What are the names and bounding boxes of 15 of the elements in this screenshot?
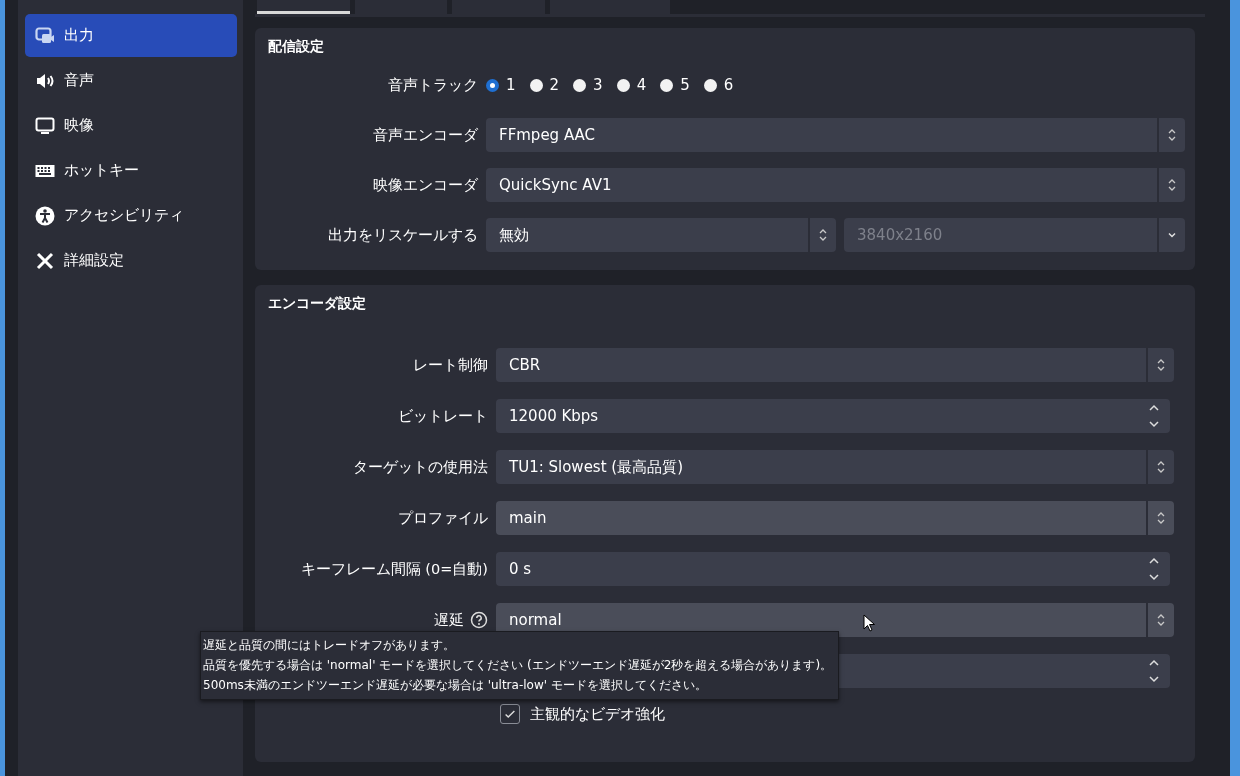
group-title: エンコーダ設定 [268, 295, 367, 313]
field-label: 遅延 [434, 610, 464, 630]
field-label: 映像エンコーダ [372, 175, 479, 195]
field-label: ターゲットの使用法 [353, 457, 488, 477]
field-label: ビットレート [398, 406, 488, 426]
tooltip-line: 500ms未満のエンドツーエンド遅延が必要な場合は 'ultra-low' モードを選択してください。 [203, 677, 708, 694]
tooltip-line: 遅延と品質の間にはトレードオフがあります。 [203, 637, 456, 654]
field-label: 音声エンコーダ [372, 125, 479, 145]
field-label: 音声トラック [387, 75, 479, 95]
field-label: キーフレーム間隔 (0=自動) [300, 559, 488, 579]
field-label: 出力をリスケールする [327, 225, 479, 245]
field-label: レート制御 [413, 355, 488, 375]
tooltip-line: 品質を優先する場合は 'normal' モードを選択してください (エンドツーエンド遅延が2秒を超える場合があります)。 [203, 657, 833, 674]
field-label: プロファイル [398, 508, 488, 528]
group-title: 配信設定 [268, 38, 325, 56]
